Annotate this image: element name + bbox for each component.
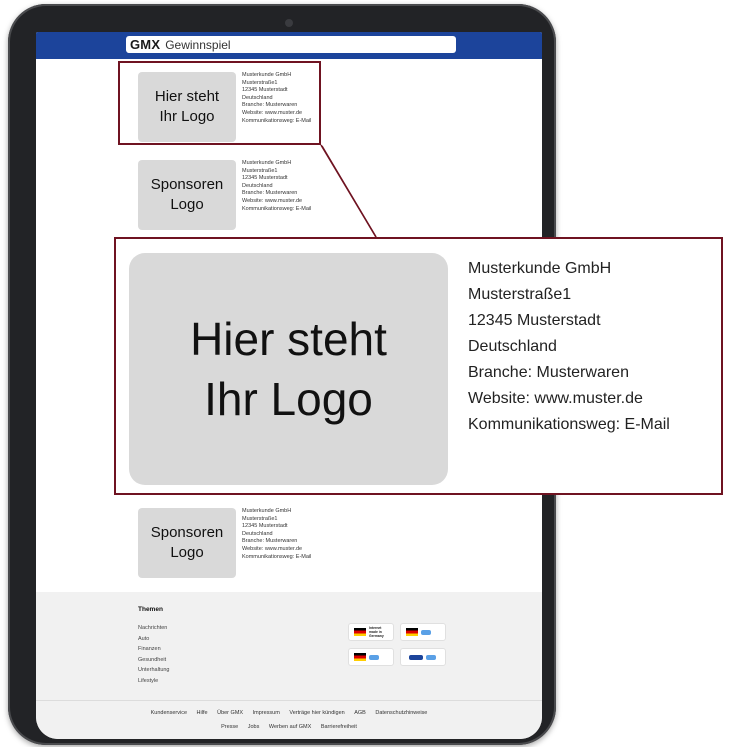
company-name: Musterkunde GmbH — [468, 260, 612, 277]
kommunikationsweg: Kommunikationsweg: E-Mail — [468, 416, 670, 433]
zoom-logo-placeholder: Hier steht Ihr Logo — [129, 253, 448, 485]
zoom-sponsor-info: Musterkunde GmbH Musterstraße1 12345 Mus… — [468, 256, 670, 438]
zoom-logo-text-line: Ihr Logo — [204, 373, 373, 425]
branche: Branche: Musterwaren — [468, 364, 629, 381]
zoom-callout: Hier steht Ihr Logo Musterkunde GmbH Must… — [114, 237, 723, 495]
country: Deutschland — [468, 338, 557, 355]
street: Musterstraße1 — [468, 286, 572, 303]
city: 12345 Musterstadt — [468, 312, 601, 329]
zoom-logo-text-line: Hier steht — [190, 313, 387, 365]
connector-line-left — [321, 145, 377, 238]
website[interactable]: Website: www.muster.de — [468, 386, 670, 412]
